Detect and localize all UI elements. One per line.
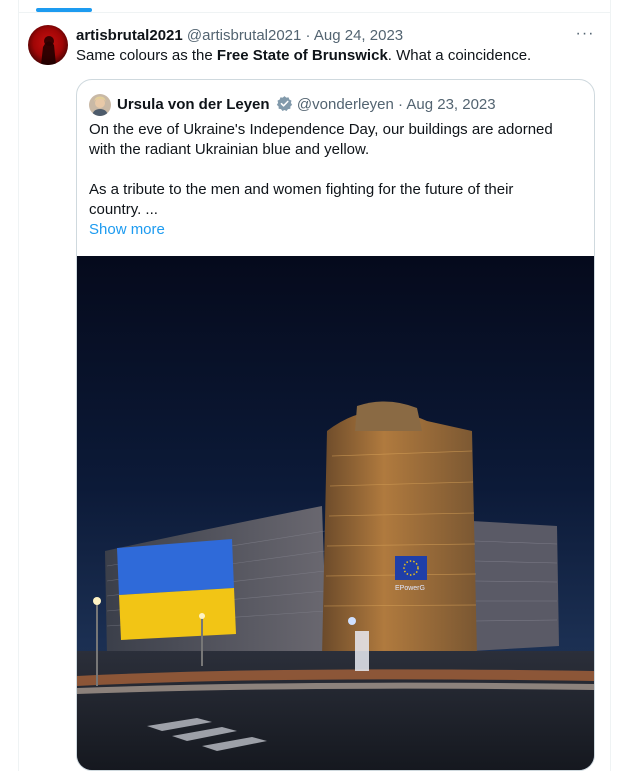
avatar[interactable]	[28, 25, 68, 65]
quoted-meta-separator: ·	[398, 96, 404, 113]
tweet-page: artisbrutal2021 @artisbrutal2021 · Aug 2…	[0, 0, 633, 771]
more-horizontal-icon: ···	[575, 25, 595, 42]
building-right-wing	[472, 521, 559, 651]
flag-yellow-stripe	[119, 588, 236, 640]
quoted-author-name[interactable]: Ursula von der Leyen	[117, 96, 270, 113]
verified-badge-icon	[276, 96, 292, 111]
quoted-author-handle[interactable]: @vonderleyen	[297, 96, 394, 113]
tweet-text-start: Same colours as the	[76, 47, 217, 64]
tweet-text-end: . What a coincidence.	[387, 47, 532, 64]
quoted-text-line: As a tribute to the men and women fighti…	[89, 181, 514, 198]
tweet-date[interactable]: Aug 24, 2023	[314, 27, 403, 44]
building-tower	[322, 410, 477, 656]
meta-separator: ·	[305, 27, 311, 44]
flag-blue-stripe	[117, 539, 234, 595]
previous-tweet-edge	[18, 0, 611, 13]
quoted-tweet-date[interactable]: Aug 23, 2023	[406, 96, 495, 113]
quoted-tweet-photo[interactable]: EPowerG	[77, 256, 594, 770]
quoted-author-avatar[interactable]	[89, 94, 111, 116]
eu-flag	[395, 556, 427, 580]
street	[77, 651, 594, 770]
more-options-button[interactable]: ···	[572, 24, 598, 46]
quoted-avatar-image	[89, 94, 111, 116]
tweet-header: artisbrutal2021 @artisbrutal2021 · Aug 2…	[76, 26, 403, 46]
building-sign: EPowerG	[395, 585, 425, 592]
quoted-text-line: country. ...	[89, 201, 158, 218]
quoted-tweet-text: On the eve of Ukraine's Independence Day…	[89, 120, 584, 220]
tweet-text: Same colours as the Free State of Brunsw…	[76, 46, 531, 66]
quoted-tweet-card[interactable]: Ursula von der Leyen @vonderleyen · Aug …	[76, 79, 595, 771]
show-more-link[interactable]: Show more	[89, 220, 165, 240]
quoted-text-line: On the eve of Ukraine's Independence Day…	[89, 121, 553, 138]
quoted-text-line: with the radiant Ukrainian blue and yell…	[89, 141, 370, 158]
author-handle[interactable]: @artisbrutal2021	[187, 27, 301, 44]
quoted-tweet-header: Ursula von der Leyen @vonderleyen · Aug …	[117, 95, 496, 115]
information-pillar	[355, 631, 369, 671]
tweet-text-emphasis: Free State of Brunswick	[216, 47, 388, 64]
author-name[interactable]: artisbrutal2021	[76, 27, 183, 44]
active-tab-indicator	[36, 8, 92, 12]
avatar-image	[28, 25, 68, 65]
